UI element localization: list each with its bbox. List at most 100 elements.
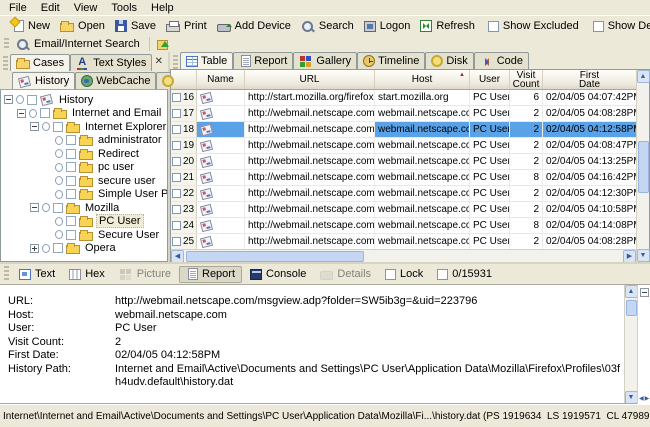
toolbar-button[interactable]: Refresh: [417, 19, 480, 33]
tree-node[interactable]: Internet and Email: [1, 107, 167, 121]
extract-button[interactable]: [154, 37, 173, 51]
tree-expander-icon[interactable]: [30, 243, 39, 253]
tree-node[interactable]: Simple User PW 123: [1, 188, 167, 202]
scroll-up-icon[interactable]: ▲: [636, 70, 650, 83]
view-tab[interactable]: Timeline: [357, 52, 426, 69]
pane-expander-icon[interactable]: [640, 288, 649, 297]
menu-item[interactable]: File: [2, 1, 34, 15]
tree-checkbox[interactable]: [66, 135, 76, 146]
pane-scroll-arrows-icon[interactable]: ◀▶: [639, 395, 650, 402]
tree-node[interactable]: Mozilla: [1, 201, 167, 215]
tree-node[interactable]: Internet Explorer: [1, 120, 167, 134]
scroll-up-icon[interactable]: ▲: [624, 285, 638, 298]
record-counter-checkbox[interactable]: 0/15931: [431, 267, 498, 281]
grid-column-header[interactable]: URL ▲: [245, 70, 375, 89]
row-checkbox[interactable]: [172, 221, 181, 230]
toolbar-button[interactable]: Print: [163, 19, 212, 33]
toolbar-button[interactable]: New: [8, 19, 55, 33]
scrollbar-thumb[interactable]: [637, 141, 649, 193]
menu-item[interactable]: Tools: [104, 1, 144, 15]
toolbar-button[interactable]: Save: [112, 19, 161, 33]
panel-gripper[interactable]: [173, 55, 178, 69]
scrollbar-thumb[interactable]: [625, 300, 637, 316]
detail-tab[interactable]: Details: [314, 266, 377, 283]
left-panel-tab[interactable]: Cases: [10, 54, 71, 71]
detail-tab[interactable]: Console: [244, 266, 312, 283]
tree-node[interactable]: History: [1, 93, 167, 107]
table-row[interactable]: 17 http://webmail.netscape.com/_cc webma…: [171, 106, 636, 122]
panel-gripper[interactable]: [4, 266, 9, 282]
row-checkbox[interactable]: [172, 173, 181, 182]
row-checkbox[interactable]: [172, 189, 181, 198]
tree-node[interactable]: Secure User: [1, 228, 167, 242]
tree-checkbox[interactable]: [40, 108, 50, 119]
tree-node[interactable]: secure user: [1, 174, 167, 188]
menu-item[interactable]: View: [67, 1, 105, 15]
toolbar-gripper[interactable]: [4, 37, 9, 51]
table-row[interactable]: 22 http://webmail.netscape.com/msg webma…: [171, 186, 636, 202]
scrollbar-thumb[interactable]: [186, 250, 364, 262]
vertical-scrollbar[interactable]: ▲ ▼: [636, 70, 650, 262]
tree-node[interactable]: Redirect: [1, 147, 167, 161]
device-tab[interactable]: History: [12, 72, 76, 89]
lock-checkbox[interactable]: Lock: [379, 267, 429, 281]
view-tab[interactable]: Code: [473, 52, 530, 69]
tree-node[interactable]: PC User: [1, 214, 167, 229]
row-checkbox[interactable]: [172, 157, 181, 166]
table-row[interactable]: 21 http://webmail.netscape.com/con webma…: [171, 170, 636, 186]
tree-checkbox[interactable]: [66, 148, 76, 159]
tree-node[interactable]: Opera: [1, 242, 167, 256]
scroll-left-icon[interactable]: ◀: [171, 249, 184, 263]
tree-checkbox[interactable]: [53, 243, 63, 254]
tree-expander-icon[interactable]: [30, 203, 39, 213]
close-icon[interactable]: ✕: [153, 56, 165, 67]
toolbar-button[interactable]: Open: [57, 19, 110, 33]
horizontal-scrollbar[interactable]: ◀ ▶: [171, 249, 636, 263]
tree-checkbox[interactable]: [53, 202, 63, 213]
menu-item[interactable]: Edit: [34, 1, 67, 15]
tree-checkbox[interactable]: [66, 162, 76, 173]
grid-column-header[interactable]: Host ▲: [375, 70, 470, 89]
table-row[interactable]: 24 http://webmail.netscape.com/msg webma…: [171, 218, 636, 234]
detail-tab[interactable]: Picture: [113, 266, 177, 283]
tree-expander-icon[interactable]: [17, 108, 26, 118]
scroll-right-icon[interactable]: ▶: [623, 249, 636, 263]
panel-gripper[interactable]: [3, 55, 8, 71]
tree-expander-icon[interactable]: [4, 95, 13, 105]
row-checkbox[interactable]: [172, 125, 181, 134]
toolbar-button[interactable]: Logon: [361, 19, 416, 33]
tree-node[interactable]: administrator: [1, 134, 167, 148]
row-checkbox[interactable]: [172, 205, 181, 214]
tree-checkbox[interactable]: [66, 229, 76, 240]
report-vertical-scrollbar[interactable]: ▲ ▼: [624, 285, 638, 404]
email-internet-search-button[interactable]: Email/Internet Search: [13, 37, 145, 52]
table-row[interactable]: 18 http://webmail.netscape.com/msg webma…: [171, 122, 636, 138]
tree-checkbox[interactable]: [66, 216, 76, 227]
tree-expander-icon[interactable]: [30, 122, 39, 132]
detail-tab[interactable]: Hex: [63, 266, 111, 283]
toolbar-button[interactable]: Search: [298, 19, 359, 34]
row-checkbox[interactable]: [172, 237, 181, 246]
view-tab[interactable]: Gallery: [293, 52, 358, 69]
row-checkbox[interactable]: [172, 109, 181, 118]
table-row[interactable]: 25 http://webmail.netscape.com/_cc webma…: [171, 234, 636, 249]
toolbar-checkbox[interactable]: Show Deleted: [587, 19, 650, 33]
toolbar-button[interactable]: Add Device: [214, 19, 296, 33]
view-tab[interactable]: Disk: [425, 52, 474, 69]
view-tab[interactable]: Report: [233, 52, 294, 69]
scroll-down-icon[interactable]: ▼: [624, 391, 638, 404]
left-panel-tab[interactable]: Text Styles: [70, 54, 153, 71]
tree-checkbox[interactable]: [53, 121, 63, 132]
tree-node[interactable]: pc user: [1, 161, 167, 175]
menu-item[interactable]: Help: [144, 1, 181, 15]
table-row[interactable]: 19 http://webmail.netscape.com/msg webma…: [171, 138, 636, 154]
row-checkbox[interactable]: [172, 93, 181, 102]
row-checkbox[interactable]: [172, 141, 181, 150]
grid-column-header[interactable]: First Date ▲: [543, 70, 637, 89]
grid-column-header[interactable]: Name ▲: [197, 70, 245, 89]
detail-tab[interactable]: Text: [13, 266, 61, 283]
table-row[interactable]: 20 http://webmail.netscape.com/con webma…: [171, 154, 636, 170]
toolbar-checkbox[interactable]: Show Excluded: [482, 19, 585, 33]
scroll-down-icon[interactable]: ▼: [636, 249, 650, 262]
grid-column-header[interactable]: User ▲: [470, 70, 510, 89]
